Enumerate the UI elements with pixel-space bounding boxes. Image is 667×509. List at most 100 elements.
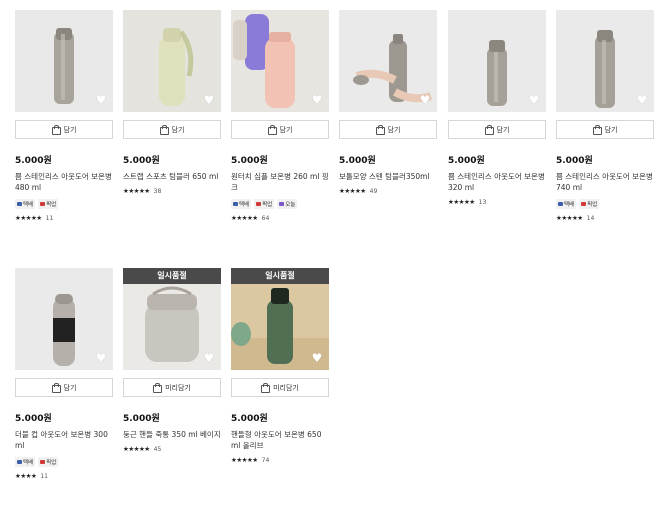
wishlist-heart-icon[interactable]: ♥ xyxy=(95,94,107,106)
star-rating: ★★★★ xyxy=(15,472,37,480)
product-rating: ★★★★★ 14 xyxy=(556,214,654,222)
product-image[interactable]: ♥ xyxy=(339,10,437,112)
product-image[interactable]: 일시품절 ♥ xyxy=(123,268,221,370)
product-name[interactable]: 쁨 스테인리스 아웃도어 보온병 740 ml xyxy=(556,171,654,193)
product-card[interactable]: ♥ 담기 5.000원 스트랩 스포츠 텀블러 650 ml ★★★★★ 38 xyxy=(123,10,221,195)
product-rating: ★★★★★ 49 xyxy=(339,187,437,195)
product-name[interactable]: 핸들형 아웃도어 보온병 650 ml 올리브 xyxy=(231,429,329,451)
review-count: 11 xyxy=(45,214,54,222)
product-rating: ★★★★★ 11 xyxy=(15,214,113,222)
review-count: 14 xyxy=(586,214,595,222)
product-price: 5.000원 xyxy=(556,156,593,166)
product-rating: ★★★★ 11 xyxy=(15,472,113,480)
add-to-cart-button[interactable]: 담기 xyxy=(15,378,113,397)
star-rating: ★★★★★ xyxy=(123,445,150,453)
pickup-icon xyxy=(40,202,46,206)
add-to-cart-button[interactable]: 담기 xyxy=(123,120,221,139)
product-image[interactable]: ♥ xyxy=(231,10,329,112)
pre-add-to-cart-button[interactable]: 미리담기 xyxy=(231,378,329,397)
star-rating: ★★★★★ xyxy=(448,198,475,206)
truck-icon xyxy=(17,202,22,206)
star-rating: ★★★★★ xyxy=(123,187,150,195)
wishlist-heart-icon[interactable]: ♥ xyxy=(528,94,540,106)
add-to-cart-button[interactable]: 담기 xyxy=(339,120,437,139)
product-card[interactable]: ♥ 담기 5.000원 원터치 심플 보온병 260 ml 핑크 택배 픽업 오… xyxy=(231,10,329,222)
pre-add-to-cart-button[interactable]: 미리담기 xyxy=(123,378,221,397)
star-rating: ★★★★★ xyxy=(231,214,258,222)
wishlist-heart-icon[interactable]: ♥ xyxy=(311,352,323,364)
add-to-cart-button[interactable]: 담기 xyxy=(15,120,113,139)
product-price: 5.000원 xyxy=(231,414,268,424)
product-rating: ★★★★★ 13 xyxy=(448,198,546,206)
truck-icon xyxy=(233,202,238,206)
product-name[interactable]: 더블 컵 아웃도어 보온병 300 ml xyxy=(15,429,113,451)
product-name[interactable]: 원터치 심플 보온병 260 ml 핑크 xyxy=(231,171,329,193)
product-card[interactable]: ♥ 담기 5.000원 보틀모양 스텐 텀블러350ml ★★★★★ 49 xyxy=(339,10,437,195)
wishlist-heart-icon[interactable]: ♥ xyxy=(311,94,323,106)
shopping-bag-icon xyxy=(51,382,61,393)
badge-pickup: 픽업 xyxy=(38,199,59,209)
product-name[interactable]: 쁨 스테인리스 아웃도어 보온병 320 ml xyxy=(448,171,546,193)
badge-pickup: 픽업 xyxy=(579,199,600,209)
badge-delivery: 택배 xyxy=(556,199,577,209)
product-image[interactable]: ♥ xyxy=(15,268,113,370)
badge-pickup: 픽업 xyxy=(254,199,275,209)
product-price: 5.000원 xyxy=(15,414,52,424)
today-icon xyxy=(279,202,285,206)
product-name[interactable]: 둥근 핸들 죽통 350 ml 베이지 xyxy=(123,429,221,440)
shopping-bag-icon xyxy=(267,124,277,135)
delivery-badges: 택배 픽업 xyxy=(15,199,113,209)
product-card[interactable]: ♥ 담기 5.000원 쁨 스테인리스 아웃도어 보온병 320 ml ★★★★… xyxy=(448,10,546,206)
product-card[interactable]: 일시품절 ♥ 미리담기 5.000원 핸들형 아웃도어 보온병 650 ml 올… xyxy=(231,268,329,464)
shopping-bag-icon xyxy=(153,382,163,393)
product-price: 5.000원 xyxy=(15,156,52,166)
product-rating: ★★★★★ 45 xyxy=(123,445,221,453)
star-rating: ★★★★★ xyxy=(339,187,366,195)
star-rating: ★★★★★ xyxy=(231,456,258,464)
wishlist-heart-icon[interactable]: ♥ xyxy=(419,94,431,106)
delivery-badges: 택배 픽업 xyxy=(556,199,654,209)
badge-delivery: 택배 xyxy=(231,199,252,209)
review-count: 38 xyxy=(153,187,162,195)
review-count: 49 xyxy=(369,187,378,195)
truck-icon xyxy=(17,460,22,464)
product-price: 5.000원 xyxy=(231,156,268,166)
wishlist-heart-icon[interactable]: ♥ xyxy=(203,352,215,364)
product-image[interactable]: 일시품절 ♥ xyxy=(231,268,329,370)
shopping-bag-icon xyxy=(375,124,385,135)
review-count: 11 xyxy=(40,472,48,480)
product-image[interactable]: ♥ xyxy=(448,10,546,112)
soldout-banner: 일시품절 xyxy=(123,268,221,284)
product-name[interactable]: 보틀모양 스텐 텀블러350ml xyxy=(339,171,437,182)
product-name[interactable]: 스트랩 스포츠 텀블러 650 ml xyxy=(123,171,221,182)
shopping-bag-icon xyxy=(51,124,61,135)
star-rating: ★★★★★ xyxy=(15,214,42,222)
pickup-icon xyxy=(256,202,262,206)
product-image[interactable]: ♥ xyxy=(123,10,221,112)
product-card[interactable]: ♥ 담기 5.000원 더블 컵 아웃도어 보온병 300 ml 택배 픽업 ★… xyxy=(15,268,113,480)
truck-icon xyxy=(558,202,563,206)
wishlist-heart-icon[interactable]: ♥ xyxy=(636,94,648,106)
soldout-banner: 일시품절 xyxy=(231,268,329,284)
product-image[interactable]: ♥ xyxy=(15,10,113,112)
review-count: 74 xyxy=(261,456,270,464)
wishlist-heart-icon[interactable]: ♥ xyxy=(203,94,215,106)
pickup-icon xyxy=(40,460,46,464)
product-rating: ★★★★★ 38 xyxy=(123,187,221,195)
shopping-bag-icon xyxy=(159,124,169,135)
product-card[interactable]: ♥ 담기 5.000원 쁨 스테인리스 아웃도어 보온병 740 ml 택배 픽… xyxy=(556,10,654,222)
product-image[interactable]: ♥ xyxy=(556,10,654,112)
product-price: 5.000원 xyxy=(339,156,376,166)
wishlist-heart-icon[interactable]: ♥ xyxy=(95,352,107,364)
star-rating: ★★★★★ xyxy=(556,214,583,222)
product-card[interactable]: 일시품절 ♥ 미리담기 5.000원 둥근 핸들 죽통 350 ml 베이지 ★… xyxy=(123,268,221,453)
add-to-cart-button[interactable]: 담기 xyxy=(231,120,329,139)
badge-today: 오늘 xyxy=(277,199,298,209)
add-to-cart-button[interactable]: 담기 xyxy=(448,120,546,139)
product-rating: ★★★★★ 64 xyxy=(231,214,329,222)
badge-delivery: 택배 xyxy=(15,457,36,467)
product-name[interactable]: 쁨 스테인리스 아웃도어 보온병 480 ml xyxy=(15,171,113,193)
shopping-bag-icon xyxy=(484,124,494,135)
product-card[interactable]: ♥ 담기 5.000원 쁨 스테인리스 아웃도어 보온병 480 ml 택배 픽… xyxy=(15,10,113,222)
add-to-cart-button[interactable]: 담기 xyxy=(556,120,654,139)
